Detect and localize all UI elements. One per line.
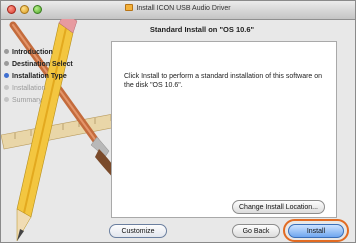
step-label: Summary — [12, 97, 42, 104]
customize-button[interactable]: Customize — [109, 224, 167, 238]
go-back-button[interactable]: Go Back — [232, 224, 280, 238]
install-message: Click Install to perform a standard inst… — [124, 73, 323, 89]
step-dot-icon — [4, 85, 9, 90]
step-installation-type: Installation Type — [4, 71, 73, 83]
change-install-location-button[interactable]: Change Install Location... — [232, 200, 325, 214]
step-installation: Installation — [4, 83, 73, 95]
step-summary: Summary — [4, 95, 73, 107]
step-label: Introduction — [12, 49, 53, 56]
step-dot-icon — [4, 97, 9, 102]
step-destination-select: Destination Select — [4, 59, 73, 71]
content-panel: Click Install to perform a standard inst… — [111, 41, 337, 218]
step-dot-icon — [4, 73, 9, 78]
step-label: Installation Type — [12, 73, 67, 80]
step-dot-icon — [4, 49, 9, 54]
step-label: Installation — [12, 85, 46, 92]
window-title: Install ICON USB Audio Driver — [136, 5, 231, 12]
steps-sidebar: Introduction Destination Select Installa… — [4, 47, 73, 107]
page-heading: Standard Install on "OS 10.6" — [149, 25, 255, 34]
window-title-wrap: Install ICON USB Audio Driver — [1, 4, 355, 12]
step-label: Destination Select — [12, 61, 73, 68]
step-dot-icon — [4, 61, 9, 66]
package-icon — [125, 4, 134, 11]
step-introduction: Introduction — [4, 47, 73, 59]
install-highlight-circle — [283, 219, 349, 242]
title-bar[interactable]: Install ICON USB Audio Driver — [1, 1, 355, 20]
installer-window: Install ICON USB Audio Driver Standard I… — [0, 0, 356, 243]
